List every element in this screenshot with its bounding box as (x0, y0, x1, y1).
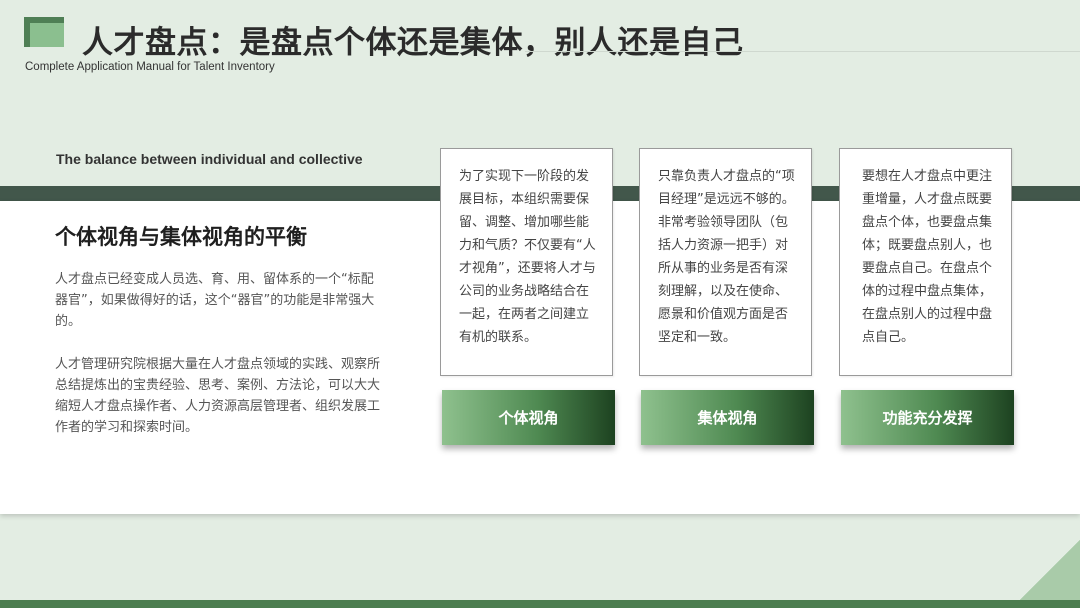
collective-perspective-button[interactable]: 集体视角 (641, 390, 814, 445)
logo-square-light (30, 23, 64, 47)
intro-paragraph: 人才盘点已经变成人员选、育、用、留体系的一个“标配器官”，如果做得好的话，这个“… (55, 272, 375, 329)
bottom-bar (0, 600, 1080, 608)
section-english-label: The balance between individual and colle… (56, 151, 363, 167)
full-function-button[interactable]: 功能充分发挥 (841, 390, 1014, 445)
card-function-text: 要想在人才盘点中更注重增量，人才盘点既要盘点个体，也要盘点集体；既要盘点别人，也… (839, 148, 1012, 376)
page-subtitle: Complete Application Manual for Talent I… (25, 61, 275, 73)
detail-paragraph: 人才管理研究院根据大量在人才盘点领域的实践、观察所总结提炼出的宝贵经验、思考、案… (55, 357, 381, 435)
card-collective-text: 只靠负责人才盘点的“项目经理”是远远不够的。非常考验领导团队（包括人力资源一把手… (639, 148, 812, 376)
corner-decoration (1020, 540, 1080, 600)
page-title: 人才盘点：是盘点个体还是集体，别人还是自己 (82, 25, 744, 61)
card-individual-text: 为了实现下一阶段的发展目标，本组织需要保留、调整、增加哪些能力和气质？不仅要有“… (440, 148, 613, 376)
title-divider (525, 51, 1080, 52)
section-heading: 个体视角与集体视角的平衡 (55, 225, 307, 249)
individual-perspective-button[interactable]: 个体视角 (442, 390, 615, 445)
